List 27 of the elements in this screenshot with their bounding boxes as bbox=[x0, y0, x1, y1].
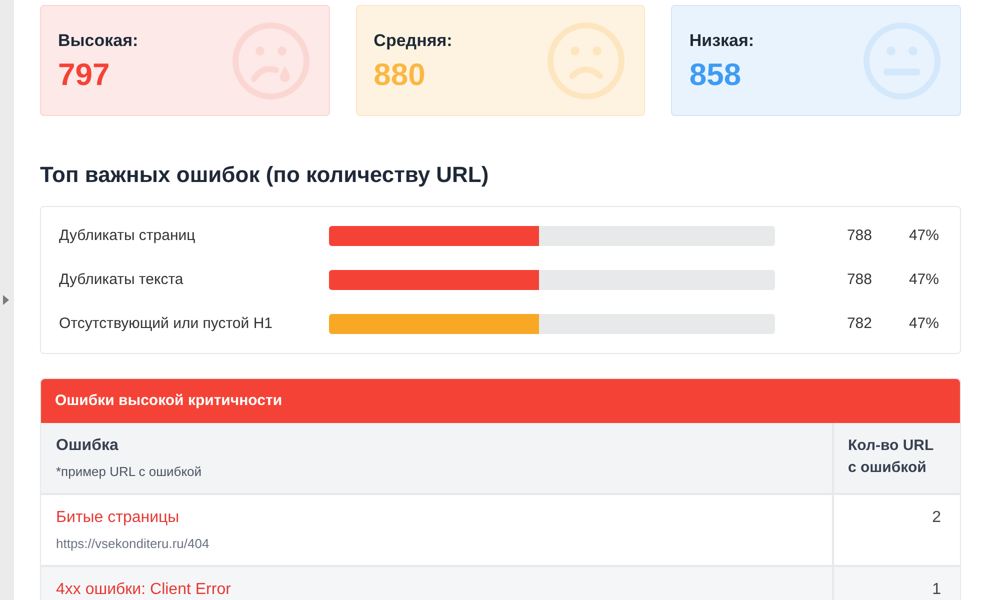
severity-count: 880 bbox=[374, 56, 426, 94]
column-title: Ошибка bbox=[56, 436, 120, 456]
severity-label: Высокая: bbox=[58, 30, 138, 52]
column-subtitle: *пример URL с ошибкой bbox=[56, 463, 203, 481]
caret-icon[interactable] bbox=[3, 295, 9, 305]
severity-count: 858 bbox=[689, 56, 742, 94]
section-heading: Топ важных ошибок (по количеству URL) bbox=[40, 161, 490, 189]
severity-label: Низкая: bbox=[689, 30, 754, 52]
error-count: 782 bbox=[846, 314, 872, 334]
severity-label: Средняя: bbox=[374, 30, 452, 52]
example-url: https://vsekonditeru.ru/404 bbox=[56, 535, 210, 553]
frowning-face-icon bbox=[547, 22, 626, 100]
url-count: 2 bbox=[932, 509, 941, 527]
error-name: 4xx ошибки: Client Error bbox=[56, 581, 232, 599]
error-percent: 47% bbox=[908, 226, 939, 246]
error-label: Отсутствующий или пустой H1 bbox=[59, 314, 274, 334]
column-title: Кол-во URL с ошибкой bbox=[848, 436, 934, 478]
table-title: Ошибки высокой критичности bbox=[55, 390, 282, 411]
error-label: Дубликаты текста bbox=[59, 270, 184, 290]
error-percent: 47% bbox=[908, 270, 939, 290]
url-count: 1 bbox=[932, 581, 941, 599]
error-label: Дубликаты страниц bbox=[59, 226, 196, 246]
error-count: 788 bbox=[846, 270, 872, 290]
severity-count: 797 bbox=[58, 56, 111, 94]
error-name: Битые страницы bbox=[56, 509, 180, 527]
error-percent: 47% bbox=[908, 314, 939, 334]
error-count: 788 bbox=[846, 226, 872, 246]
